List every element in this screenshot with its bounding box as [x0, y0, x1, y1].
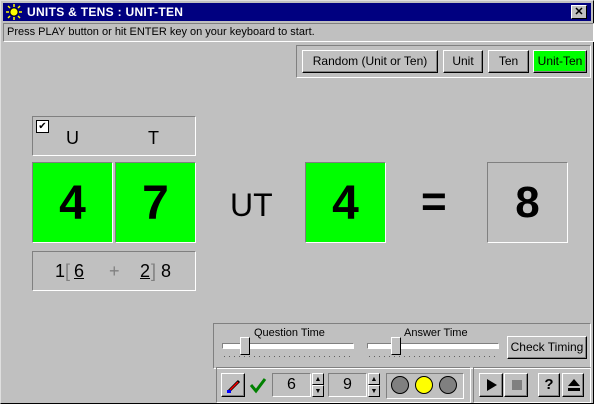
- indicator-lights: [386, 373, 464, 399]
- score-correct-up[interactable]: ▲: [312, 373, 324, 385]
- question-time-label: Question Time: [254, 327, 325, 339]
- checkmark-icon: [249, 378, 267, 394]
- status-bar: Press PLAY button or hit ENTER key on yo…: [3, 23, 594, 42]
- answer-time-slider[interactable]: [391, 337, 402, 355]
- hint-open-bracket: [: [65, 261, 71, 281]
- mode-ten-button[interactable]: Ten: [488, 50, 529, 73]
- question-time-slider[interactable]: [240, 337, 251, 355]
- mode-group: Random (Unit or Ten) Unit Ten Unit-Ten: [296, 45, 591, 78]
- check-timing-label: Check Timing: [510, 340, 584, 354]
- hint-underlined-digit: 6: [74, 261, 85, 281]
- mode-random-button[interactable]: Random (Unit or Ten): [302, 50, 438, 73]
- clear-button[interactable]: [221, 373, 245, 397]
- result-box: 8: [487, 162, 568, 243]
- bottom-toolbar: 6 ▲ ▼ 9 ▲ ▼: [216, 367, 471, 403]
- answer-time-label: Answer Time: [404, 327, 468, 339]
- hint-trail-digit: 8: [161, 261, 172, 281]
- mode-unit-button[interactable]: Unit: [443, 50, 483, 73]
- hint-close-bracket: ]: [151, 261, 157, 281]
- sun-icon: [6, 4, 22, 20]
- score-total-down[interactable]: ▼: [368, 385, 380, 397]
- hint-box: 1 [ 6 + 2 ] 8: [32, 251, 196, 291]
- help-button[interactable]: ?: [538, 373, 560, 397]
- close-icon: ✕: [574, 6, 584, 18]
- indicator-light-center: [415, 376, 433, 394]
- control-toolbar: ?: [473, 367, 591, 403]
- indicator-light-left: [391, 376, 409, 394]
- hint-second-digit: 2: [140, 261, 151, 281]
- answer-digit-box: 4: [305, 162, 386, 243]
- check-timing-button[interactable]: Check Timing: [507, 336, 587, 359]
- score-total-up[interactable]: ▲: [368, 373, 380, 385]
- digit-header: ✔ U T: [32, 116, 196, 156]
- play-icon: [487, 379, 497, 391]
- main-window: UNITS & TENS : UNIT-TEN ✕ Press PLAY but…: [0, 0, 594, 404]
- equals-sign: =: [421, 177, 447, 226]
- score-correct-field[interactable]: 6: [272, 373, 311, 397]
- window-title: UNITS & TENS : UNIT-TEN: [27, 5, 184, 19]
- answer-time-track: [367, 343, 499, 349]
- unit-digit-box: 4: [32, 162, 113, 243]
- eject-icon: [568, 379, 580, 391]
- timing-panel: Question Time Answer Time Check Timing: [213, 323, 591, 369]
- hint-first-digit: 1: [55, 261, 66, 281]
- operation-label: UT: [230, 187, 273, 223]
- answer-time-ticks: [369, 356, 499, 357]
- mode-unit-label: Unit: [452, 54, 474, 68]
- title-bar[interactable]: UNITS & TENS : UNIT-TEN ✕: [3, 3, 591, 21]
- indicator-light-right: [439, 376, 457, 394]
- stop-icon: [512, 380, 522, 390]
- question-time-ticks: [224, 356, 354, 357]
- mode-random-label: Random (Unit or Ten): [312, 54, 428, 68]
- mode-unit-ten-label: Unit-Ten: [537, 54, 583, 68]
- ten-digit-box: 7: [115, 162, 196, 243]
- hint-plus: +: [109, 261, 120, 281]
- header-ten-label: T: [148, 128, 159, 148]
- header-checkbox[interactable]: ✔: [36, 120, 49, 133]
- brush-icon: [227, 379, 241, 393]
- header-unit-label: U: [66, 128, 79, 148]
- score-correct-down[interactable]: ▼: [312, 385, 324, 397]
- score-total-field[interactable]: 9: [328, 373, 367, 397]
- mode-unit-ten-button[interactable]: Unit-Ten: [533, 50, 587, 73]
- close-button[interactable]: ✕: [571, 5, 587, 19]
- mode-ten-label: Ten: [498, 54, 519, 68]
- stop-button[interactable]: [504, 373, 528, 397]
- eject-button[interactable]: [562, 373, 584, 397]
- play-button[interactable]: [479, 373, 503, 397]
- help-icon: ?: [544, 376, 554, 393]
